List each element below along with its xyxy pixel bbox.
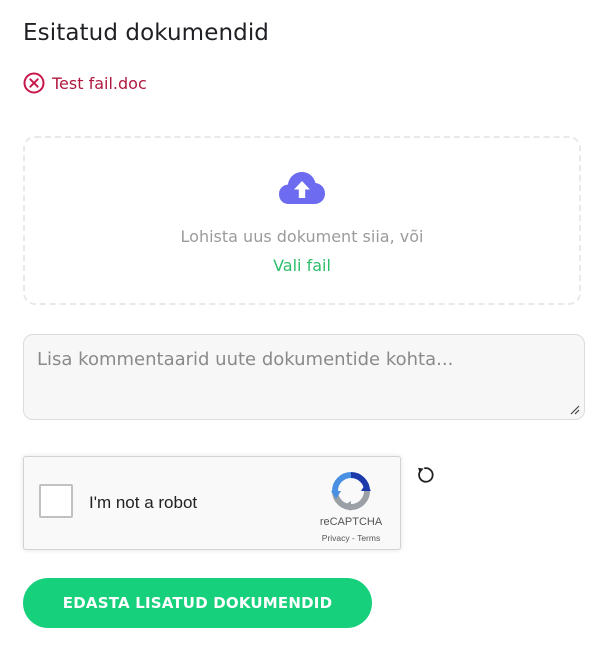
section-title: Esitatud dokumendid [23, 20, 270, 46]
recaptcha-checkbox[interactable] [39, 484, 73, 518]
recaptcha-legal: Privacy - Terms [306, 533, 396, 543]
recaptcha-brand: reCAPTCHA [319, 516, 383, 528]
recaptcha-checkbox-label: I'm not a robot [89, 493, 198, 512]
comment-textarea[interactable] [23, 334, 585, 420]
recaptcha-terms-link[interactable]: Terms [357, 533, 380, 543]
submit-documents-button[interactable]: EDASTA LISATUD DOKUMENDID [23, 578, 372, 628]
submitted-file-name[interactable]: Test fail.doc [52, 74, 147, 93]
choose-file-link[interactable]: Vali fail [25, 256, 579, 275]
recaptcha-privacy-link[interactable]: Privacy [322, 533, 350, 543]
file-dropzone[interactable]: Lohista uus dokument siia, või Vali fail [23, 136, 581, 305]
recaptcha-widget: I'm not a robot reCAPTCHA Privacy - Term… [23, 456, 401, 550]
cloud-upload-icon [279, 172, 325, 204]
submitted-file-item[interactable]: Test fail.doc [23, 72, 147, 94]
recaptcha-logo-icon [331, 472, 371, 511]
dropzone-text: Lohista uus dokument siia, või [180, 227, 424, 246]
refresh-icon[interactable] [415, 465, 435, 485]
remove-circle-icon[interactable] [23, 72, 45, 94]
resize-handle-icon[interactable] [569, 404, 580, 415]
recaptcha-legal-separator: - [349, 533, 358, 543]
